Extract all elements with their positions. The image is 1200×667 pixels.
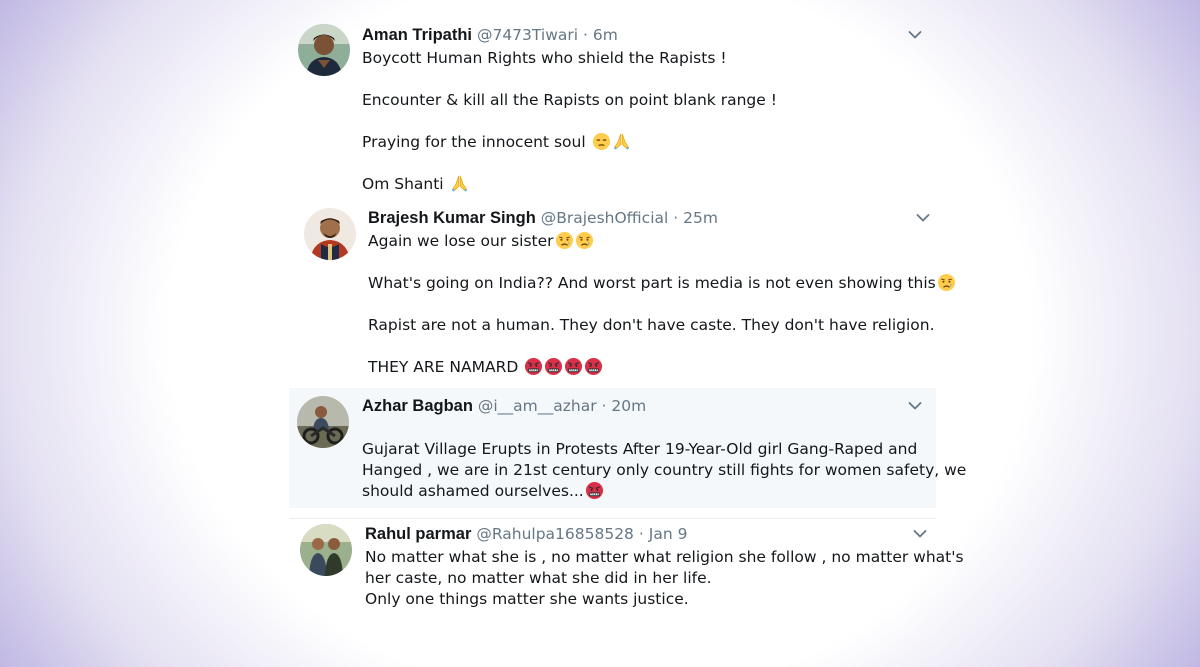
tweet-paragraph: Boycott Human Rights who shield the Rapi… [362,49,727,67]
pensive-face-emoji [592,132,611,151]
cursing-face-emoji [584,357,603,376]
tweet-line: her caste, no matter what she did in her… [365,569,712,587]
crying-face-emoji [575,231,594,250]
chevron-down-icon[interactable] [913,529,927,539]
tweet-line: should ashamed ourselves... [362,482,584,500]
cursing-face-emoji [524,357,543,376]
separator-dot: · [601,397,607,415]
avatar[interactable] [298,24,350,76]
user-handle[interactable]: @i__am__azhar [478,397,597,415]
timestamp[interactable]: 20m [611,397,646,415]
display-name[interactable]: Brajesh Kumar Singh [368,209,536,227]
timestamp[interactable]: 25m [683,209,718,227]
cursing-face-emoji [544,357,563,376]
tweet-brajesh-kumar-singh[interactable]: Brajesh Kumar Singh @BrajeshOfficial · 2… [296,198,946,383]
tweet-line: Hanged , we are in 21st century only cou… [362,461,967,479]
tweet-aman-tripathi[interactable]: Aman Tripathi @7473Tiwari · 6m Boycott H… [290,15,950,205]
separator-dot: · [583,26,588,44]
tweet-line: No matter what she is , no matter what r… [365,548,964,566]
tweet-paragraph: Encounter & kill all the Rapists on poin… [362,91,777,109]
tweet-header: Azhar Bagban @i__am__azhar · 20m [362,396,646,416]
timestamp[interactable]: 6m [593,26,618,44]
user-handle[interactable]: @Rahulpa16858528 [476,525,634,543]
display-name[interactable]: Azhar Bagban [362,397,473,415]
display-name[interactable]: Rahul parmar [365,525,471,543]
tweet-header: Aman Tripathi @7473Tiwari · 6m [362,25,618,45]
tweet-text: Boycott Human Rights who shield the Rapi… [362,48,777,195]
chevron-down-icon[interactable] [908,401,922,411]
tweet-line: Only one things matter she wants justice… [365,590,689,608]
tweet-header: Brajesh Kumar Singh @BrajeshOfficial · 2… [368,208,718,228]
tweet-text: Gujarat Village Erupts in Protests After… [362,439,966,502]
tweet-header: Rahul parmar @Rahulpa16858528 · Jan 9 [365,524,687,544]
tweet-paragraph: Praying for the innocent soul [362,132,777,153]
tweet-paragraph: Om Shanti [362,174,777,195]
tweet-paragraph: THEY ARE NAMARD [368,357,956,378]
avatar[interactable] [304,208,356,260]
separator-dot: · [673,209,679,227]
tweet-paragraph: Rapist are not a human. They don't have … [368,316,935,334]
display-name[interactable]: Aman Tripathi [362,26,472,44]
tweet-paragraph: What's going on India?? And worst part i… [368,273,956,294]
chevron-down-icon[interactable] [908,30,922,40]
tweet-azhar-bagban[interactable]: Azhar Bagban @i__am__azhar · 20m Gujarat… [289,388,966,508]
tweet-line: Gujarat Village Erupts in Protests After… [362,440,918,458]
cursing-face-emoji [564,357,583,376]
separator-dot: · [638,525,644,543]
tweet-rahul-parmar[interactable]: Rahul parmar @Rahulpa16858528 · Jan 9 No… [292,515,964,625]
cursing-face-emoji [585,481,604,500]
user-handle[interactable]: @BrajeshOfficial [541,209,669,227]
avatar[interactable] [297,396,349,448]
folded-hands-emoji [450,174,469,193]
tweet-text: Again we lose our sister What's going on… [368,231,956,378]
crying-face-emoji [555,231,574,250]
tweet-text: No matter what she is , no matter what r… [365,547,964,610]
user-handle[interactable]: @7473Tiwari [477,26,578,44]
folded-hands-emoji [612,132,631,151]
tweet-paragraph: Again we lose our sister [368,231,956,252]
timestamp[interactable]: Jan 9 [649,525,688,543]
chevron-down-icon[interactable] [916,213,930,223]
avatar[interactable] [300,524,352,576]
crying-face-emoji [937,273,956,292]
